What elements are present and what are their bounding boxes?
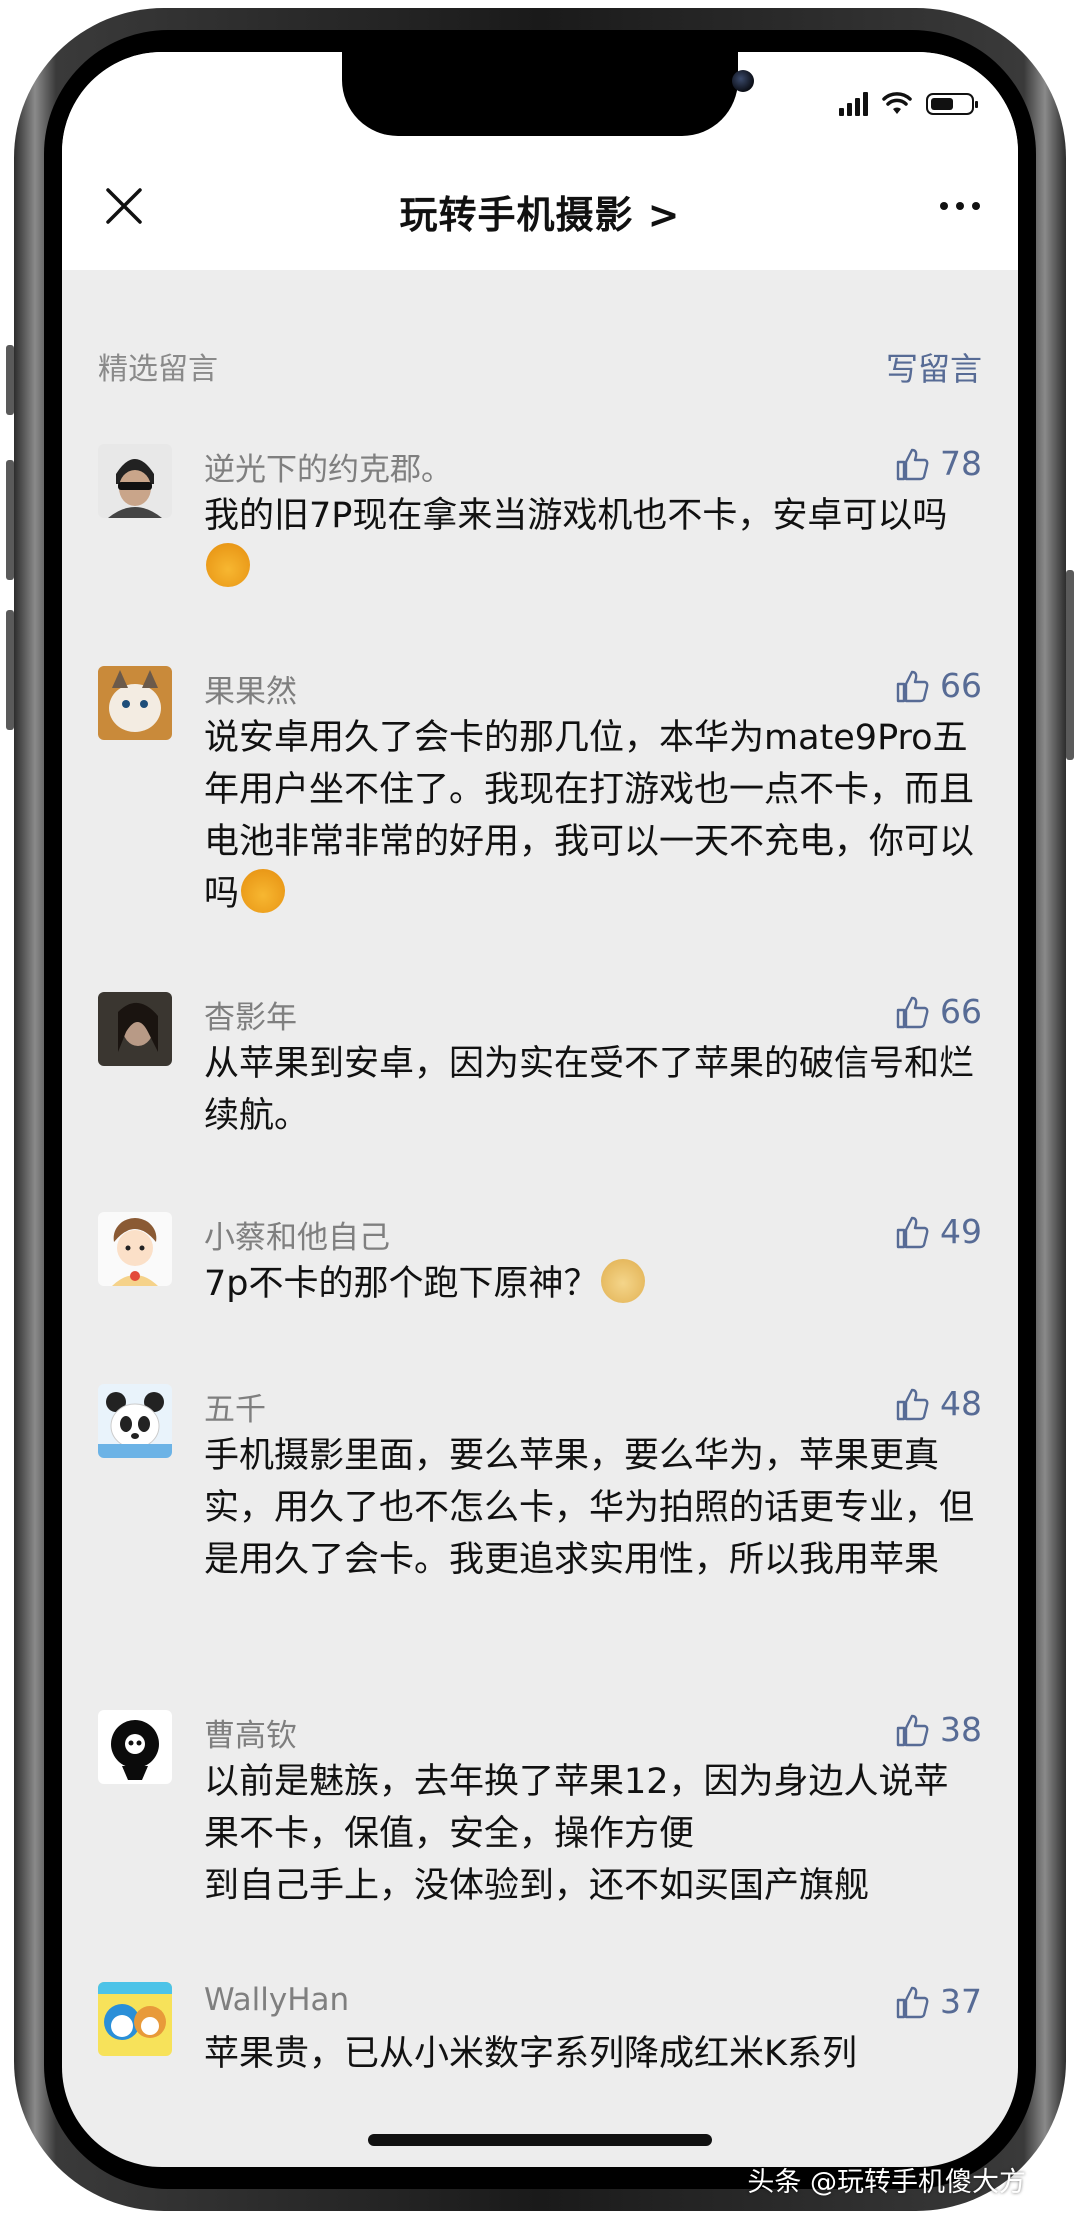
thumbs-up-icon bbox=[896, 996, 929, 1028]
volume-down-button bbox=[6, 610, 14, 730]
comment-item: WallyHan 37 苹果贵，已从小米数字系列降成红米K系列 bbox=[98, 1982, 982, 2102]
nav-bar: 玩转手机摄影 > bbox=[62, 144, 1018, 270]
thumbs-up-icon bbox=[896, 1986, 929, 2018]
comment-item: 逆光下的约克郡。 78 我的旧7P现在拿来当游戏机也不卡，安卓可以吗 bbox=[98, 444, 982, 614]
like-button[interactable]: 49 bbox=[894, 1212, 982, 1251]
comment-text: 以前是魅族，去年换了苹果12，因为身边人说苹果不卡，保值，安全，操作方便 到自己… bbox=[204, 1762, 949, 1906]
account-title-link[interactable]: 玩转手机摄影 > bbox=[62, 184, 1018, 239]
avatar[interactable] bbox=[98, 992, 172, 1066]
thumbs-up-icon bbox=[896, 670, 929, 702]
commenter-name: 逆光下的约克郡。 bbox=[204, 452, 452, 488]
thumbs-up-icon bbox=[896, 1714, 929, 1746]
comment-item: 果果然 66 说安卓用久了会卡的那几位，本华为mate9Pro五年用户坐不住了。… bbox=[98, 666, 982, 946]
write-comment-button[interactable]: 写留言 bbox=[886, 344, 982, 390]
commenter-name: 曹高钦 bbox=[204, 1718, 297, 1754]
comment-text: 手机摄影里面，要么苹果，要么华为，苹果更真实，用久了也不怎么卡，华为拍照的话更专… bbox=[204, 1436, 975, 1580]
comment-item: 曹高钦 38 以前是魅族，去年换了苹果12，因为身边人说苹果不卡，保值，安全，操… bbox=[98, 1710, 982, 1940]
commenter-name: 杳影年 bbox=[204, 1000, 297, 1036]
cellular-signal-icon bbox=[839, 92, 868, 116]
avatar[interactable] bbox=[98, 1710, 172, 1784]
notch bbox=[342, 52, 754, 136]
phone-screen: 玩转手机摄影 > 精选留言 写留言 逆光下的约克郡。 78 我的旧7P现在拿来当… bbox=[62, 52, 1018, 2167]
like-button[interactable]: 66 bbox=[894, 992, 982, 1031]
status-icons bbox=[839, 92, 978, 116]
volume-up-button bbox=[6, 460, 14, 580]
comment-text: 从苹果到安卓，因为实在受不了苹果的破信号和烂续航。 bbox=[204, 1044, 975, 1136]
sunglasses-emoji-icon bbox=[206, 543, 250, 587]
like-button[interactable]: 78 bbox=[894, 444, 982, 483]
doge-emoji-icon bbox=[600, 1259, 645, 1303]
watermark: 头条 @玩转手机傻大方 bbox=[747, 2167, 1026, 2198]
thumbs-up-icon bbox=[896, 1388, 929, 1420]
comment-item: 五千 48 手机摄影里面，要么苹果，要么华为，苹果更真实，用久了也不怎么卡，华为… bbox=[98, 1384, 982, 1664]
battery-level bbox=[931, 98, 953, 110]
like-button[interactable]: 38 bbox=[894, 1710, 982, 1749]
home-indicator[interactable] bbox=[368, 2134, 712, 2146]
mute-switch bbox=[6, 345, 14, 415]
wifi-icon bbox=[882, 92, 912, 114]
like-button[interactable]: 48 bbox=[894, 1384, 982, 1423]
avatar[interactable] bbox=[98, 444, 172, 518]
like-count: 66 bbox=[940, 666, 982, 705]
featured-comments-label: 精选留言 bbox=[98, 352, 218, 387]
more-options-icon[interactable] bbox=[940, 202, 980, 210]
like-button[interactable]: 37 bbox=[894, 1982, 982, 2021]
front-camera bbox=[732, 70, 754, 92]
battery-icon bbox=[926, 93, 978, 115]
avatar[interactable] bbox=[98, 1982, 172, 2056]
like-button[interactable]: 66 bbox=[894, 666, 982, 705]
like-count: 38 bbox=[940, 1710, 982, 1749]
commenter-name: WallyHan bbox=[204, 1982, 350, 2018]
sunglasses-emoji-icon bbox=[241, 869, 286, 913]
like-count: 48 bbox=[940, 1384, 982, 1423]
thumbs-up-icon bbox=[896, 448, 929, 480]
comments-section-header: 精选留言 写留言 bbox=[98, 344, 982, 394]
comment-item: 小蔡和他自己 49 7p不卡的那个跑下原神？ bbox=[98, 1212, 982, 1342]
like-count: 37 bbox=[940, 1982, 982, 2021]
power-button bbox=[1066, 570, 1074, 760]
comment-text: 我的旧7P现在拿来当游戏机也不卡，安卓可以吗 bbox=[204, 490, 982, 594]
thumbs-up-icon bbox=[896, 1216, 929, 1248]
avatar[interactable] bbox=[98, 666, 172, 740]
like-count: 78 bbox=[940, 444, 982, 483]
comment-text: 7p不卡的那个跑下原神？ bbox=[204, 1258, 982, 1310]
avatar[interactable] bbox=[98, 1384, 172, 1458]
commenter-name: 果果然 bbox=[204, 674, 297, 710]
avatar[interactable] bbox=[98, 1212, 172, 1286]
commenter-name: 小蔡和他自己 bbox=[204, 1220, 390, 1256]
commenter-name: 五千 bbox=[204, 1392, 266, 1428]
comment-text: 苹果贵，已从小米数字系列降成红米K系列 bbox=[204, 2034, 857, 2074]
like-count: 49 bbox=[940, 1212, 982, 1251]
like-count: 66 bbox=[940, 992, 982, 1031]
comment-item: 杳影年 66 从苹果到安卓，因为实在受不了苹果的破信号和烂续航。 bbox=[98, 992, 982, 1162]
comment-text: 说安卓用久了会卡的那几位，本华为mate9Pro五年用户坐不住了。我现在打游戏也… bbox=[204, 718, 975, 914]
